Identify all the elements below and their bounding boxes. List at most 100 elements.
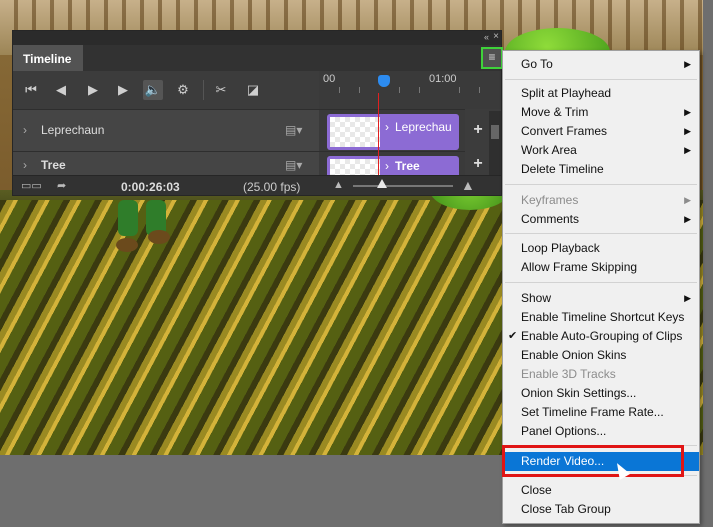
add-media-button[interactable]: +: [469, 155, 487, 173]
submenu-arrow-icon: ▶: [684, 293, 691, 303]
close-panel-icon[interactable]: ×: [493, 31, 499, 42]
menu-item-close[interactable]: Close: [503, 481, 699, 500]
menu-separator: [505, 184, 697, 185]
track-name: Tree: [41, 158, 66, 172]
transition-icon[interactable]: ◪: [243, 80, 263, 100]
checkmark-icon: ✔: [508, 330, 518, 342]
film-strip-icon[interactable]: ▤▾: [285, 123, 302, 137]
track-name: Leprechaun: [41, 123, 105, 137]
track-header[interactable]: › Tree ▤▾: [13, 151, 319, 175]
menu-item-label: Go To: [521, 57, 553, 71]
divider: [203, 80, 204, 100]
panel-menu-icon[interactable]: ≡: [481, 47, 503, 69]
add-media-button[interactable]: +: [469, 121, 487, 139]
ruler-mark-label: 01:00: [429, 73, 457, 85]
menu-item-label: Enable Onion Skins: [521, 348, 627, 362]
expand-track-icon[interactable]: ›: [23, 123, 27, 137]
current-time: 0:00:26:03: [121, 180, 180, 194]
ruler-tick: [459, 87, 460, 93]
submenu-arrow-icon: ▶: [684, 107, 691, 117]
leprechaun-boot: [148, 230, 170, 244]
menu-item-onion-skins[interactable]: Enable Onion Skins: [503, 346, 699, 365]
menu-item-label: Convert Frames: [521, 124, 608, 138]
menu-item-label: Work Area: [521, 143, 577, 157]
track-lane: › Leprechau: [319, 109, 465, 151]
ruler-tick: [399, 87, 400, 93]
zoom-slider[interactable]: [353, 179, 453, 188]
tab-timeline[interactable]: Timeline: [13, 45, 83, 71]
menu-item-3d-tracks: Enable 3D Tracks: [503, 365, 699, 384]
play-icon[interactable]: ▶: [83, 80, 103, 100]
expand-track-icon[interactable]: ›: [23, 158, 27, 172]
track-header[interactable]: › Leprechaun ▤▾: [13, 109, 319, 151]
film-strip-icon[interactable]: ▤▾: [285, 158, 302, 172]
ruler-tick: [359, 87, 360, 93]
leprechaun-legs: [110, 200, 180, 260]
previous-frame-icon[interactable]: ◀: [51, 80, 71, 100]
menu-item-label: Show: [521, 291, 552, 305]
menu-item-show[interactable]: Show ▶: [503, 289, 699, 308]
timeline-status-bar: ▭▭ ➦ 0:00:26:03 (25.00 fps) ▲ ▲: [13, 175, 501, 195]
ruler-tick: [479, 87, 480, 93]
ruler-tick: [419, 87, 420, 93]
zoom-knob[interactable]: [377, 179, 387, 188]
audio-icon[interactable]: 🔈: [143, 80, 163, 100]
menu-item-close-tab-group[interactable]: Close Tab Group: [503, 500, 699, 519]
menu-item-onion-skin-settings[interactable]: Onion Skin Settings...: [503, 384, 699, 403]
settings-gear-icon[interactable]: ⚙: [173, 80, 193, 100]
collapse-panel-icon[interactable]: «: [484, 32, 489, 42]
menu-item-label: Allow Frame Skipping: [521, 260, 638, 274]
playback-controls: ⏮ ◀ ▶ ▶ 🔈 ⚙ ✂ ◪: [13, 71, 319, 109]
playhead-line: [378, 93, 379, 175]
menu-item-label: Close: [521, 483, 552, 497]
split-scissors-icon[interactable]: ✂: [211, 80, 231, 100]
menu-item-delete-timeline[interactable]: Delete Timeline: [503, 160, 699, 179]
submenu-arrow-icon: ▶: [684, 214, 691, 224]
go-to-first-frame-icon[interactable]: ⏮: [21, 80, 41, 100]
render-icon[interactable]: ▭▭: [21, 179, 42, 192]
menu-item-label: Enable Auto-Grouping of Clips: [521, 329, 683, 343]
menu-item-allow-frame-skipping[interactable]: Allow Frame Skipping: [503, 258, 699, 277]
menu-item-label: Onion Skin Settings...: [521, 386, 637, 400]
menu-item-work-area[interactable]: Work Area ▶: [503, 141, 699, 160]
clip-chevron-icon: ›: [385, 120, 389, 134]
menu-item-label: Move & Trim: [521, 105, 589, 119]
menu-item-comments[interactable]: Comments ▶: [503, 210, 699, 229]
playhead-handle[interactable]: [378, 75, 390, 87]
panel-titlebar[interactable]: « ×: [13, 31, 501, 45]
zoom-out-icon[interactable]: ▲: [333, 179, 344, 191]
submenu-arrow-icon: ▶: [684, 126, 691, 136]
ruler-tick: [339, 87, 340, 93]
submenu-arrow-icon: ▶: [684, 59, 691, 69]
zoom-in-icon[interactable]: ▲: [461, 177, 475, 193]
menu-item-move-trim[interactable]: Move & Trim ▶: [503, 103, 699, 122]
clip-chevron-icon: ›: [385, 159, 389, 173]
menu-item-split-at-playhead[interactable]: Split at Playhead: [503, 84, 699, 103]
menu-item-enable-shortcut-keys[interactable]: Enable Timeline Shortcut Keys: [503, 308, 699, 327]
scroll-thumb[interactable]: [491, 125, 499, 139]
menu-item-label: Panel Options...: [521, 424, 607, 438]
clip[interactable]: › Leprechau: [327, 114, 459, 150]
menu-item-go-to[interactable]: Go To ▶: [503, 55, 699, 74]
submenu-arrow-icon: ▶: [684, 195, 691, 205]
menu-item-loop-playback[interactable]: Loop Playback: [503, 239, 699, 258]
menu-separator: [505, 233, 697, 234]
menu-item-label: Enable Timeline Shortcut Keys: [521, 310, 685, 324]
share-arrow-icon[interactable]: ➦: [57, 179, 66, 192]
menu-item-panel-options[interactable]: Panel Options...: [503, 422, 699, 441]
clip-label: Tree: [395, 159, 420, 173]
menu-item-label: Comments: [521, 212, 580, 226]
next-frame-icon[interactable]: ▶: [113, 80, 133, 100]
menu-item-label: Close Tab Group: [521, 502, 611, 516]
menu-item-label: Keyframes: [521, 193, 579, 207]
vertical-scrollbar[interactable]: [489, 111, 501, 175]
ruler-start-label: 00: [323, 73, 336, 85]
menu-item-convert-frames[interactable]: Convert Frames ▶: [503, 122, 699, 141]
menu-item-auto-grouping[interactable]: ✔ Enable Auto-Grouping of Clips: [503, 327, 699, 346]
menu-item-label: Delete Timeline: [521, 162, 604, 176]
time-ruler[interactable]: 00 01:00: [319, 71, 501, 109]
menu-item-label: Enable 3D Tracks: [521, 367, 616, 381]
clip-thumbnail: [330, 117, 380, 147]
menu-item-label: Split at Playhead: [521, 86, 612, 100]
menu-item-frame-rate[interactable]: Set Timeline Frame Rate...: [503, 403, 699, 422]
